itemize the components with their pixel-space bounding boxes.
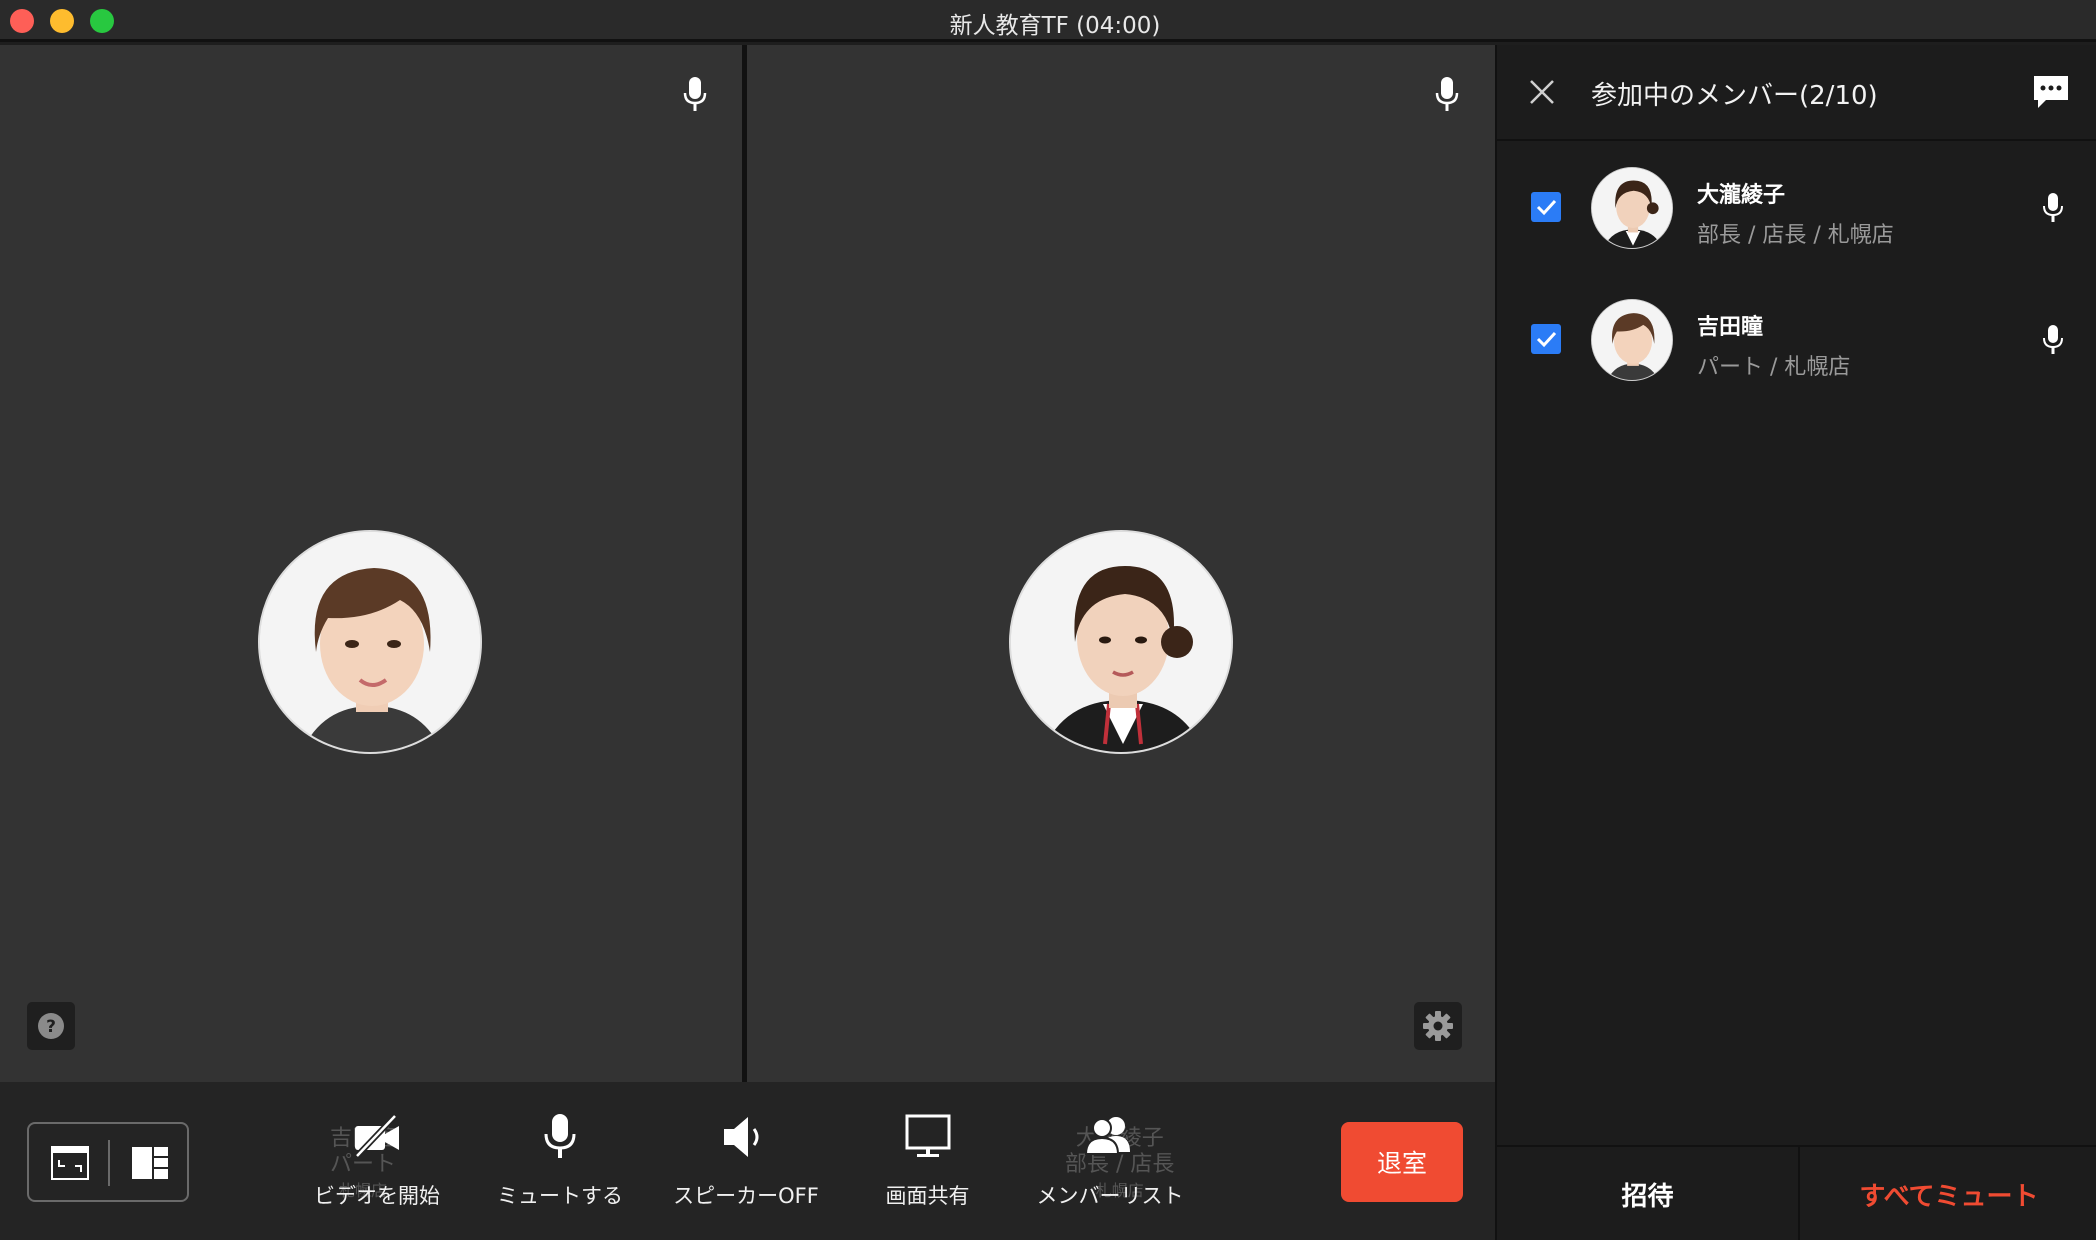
sidebar-header: 参加中のメンバー(2/10): [1497, 45, 2096, 141]
member-role: 部長 / 店長 / 札幌店: [1697, 223, 1894, 248]
microphone-icon: [544, 1114, 576, 1158]
microphone-icon: [2043, 325, 2063, 354]
person-avatar-updo-icon: [1011, 532, 1231, 752]
avatar: [1009, 530, 1233, 754]
member-list-item[interactable]: 大瀧綾子 部長 / 店長 / 札幌店: [1497, 143, 2096, 275]
sidebar-title: 参加中のメンバー(2/10): [1591, 81, 1878, 111]
video-area: ?: [0, 45, 1495, 1082]
title-bar: 新人教育TF (04:00): [0, 0, 2096, 42]
member-list-item[interactable]: 吉田瞳 パート / 札幌店: [1497, 275, 2096, 407]
microphone-icon: [1435, 77, 1459, 111]
help-button[interactable]: ?: [27, 1002, 75, 1050]
person-avatar-updo-icon: [1592, 168, 1672, 248]
start-video-button[interactable]: ビデオを開始: [300, 1112, 454, 1222]
person-avatar-short-hair-icon: [1592, 300, 1672, 380]
member-name: 吉田瞳: [1697, 315, 1764, 340]
mute-all-button[interactable]: すべてミュート: [1800, 1147, 2096, 1240]
avatar: [258, 530, 482, 754]
chat-icon[interactable]: [2031, 72, 2071, 112]
people-icon: [1084, 1117, 1130, 1155]
share-screen-button[interactable]: 画面共有: [865, 1112, 990, 1222]
close-icon[interactable]: [1527, 77, 1557, 107]
speaker-button[interactable]: スピーカーOFF: [666, 1112, 826, 1222]
layout-toggle[interactable]: [27, 1122, 189, 1202]
start-video-label: ビデオを開始: [314, 1184, 440, 1208]
speaker-label: スピーカーOFF: [673, 1184, 819, 1208]
control-bar: 吉田瞳 パート 札幌店 大瀧綾子 部長 / 店長 札幌店 ビデオを開始: [0, 1082, 1495, 1240]
sidebar-view-icon[interactable]: [131, 1146, 169, 1180]
microphone-icon: [2043, 193, 2063, 222]
avatar: [1591, 299, 1673, 381]
member-checkbox[interactable]: [1531, 192, 1561, 222]
monitor-icon: [905, 1114, 950, 1157]
avatar: [1591, 167, 1673, 249]
invite-button[interactable]: 招待: [1497, 1147, 1798, 1240]
share-screen-label: 画面共有: [885, 1184, 970, 1208]
video-tile: [747, 45, 1495, 1082]
gear-icon: [1423, 1011, 1453, 1041]
person-avatar-short-hair-icon: [260, 532, 480, 752]
member-list-label: メンバーリスト: [1036, 1184, 1184, 1208]
gallery-view-icon[interactable]: [51, 1146, 89, 1180]
member-list-button[interactable]: メンバーリスト: [1030, 1112, 1190, 1222]
mute-button[interactable]: ミュートする: [490, 1112, 630, 1222]
microphone-icon: [683, 77, 707, 111]
help-icon: ?: [38, 1013, 64, 1039]
member-role: パート / 札幌店: [1697, 355, 1851, 380]
layout-toggle-divider: [108, 1140, 110, 1186]
svg-text:?: ?: [46, 1017, 56, 1037]
member-checkbox[interactable]: [1531, 324, 1561, 354]
window-title: 新人教育TF (04:00): [949, 13, 1161, 39]
video-tile: [0, 45, 742, 1082]
mute-label: ミュートする: [497, 1184, 623, 1208]
member-sidebar: 参加中のメンバー(2/10) 大瀧綾子 部長 / 店長 / 札幌店 吉田瞳 パー…: [1495, 45, 2096, 1240]
checkmark-icon: [1536, 199, 1557, 216]
sidebar-footer: 招待 すべてミュート: [1497, 1145, 2096, 1240]
member-name: 大瀧綾子: [1697, 183, 1786, 208]
video-off-icon: [354, 1113, 399, 1159]
speaker-icon: [724, 1117, 759, 1157]
meeting-window: 新人教育TF (04:00) ? パート 札幌店 部長 / 店長 札幌店 ビデオ…: [0, 0, 2096, 1240]
checkmark-icon: [1536, 331, 1557, 348]
leave-button[interactable]: 退室: [1341, 1122, 1463, 1202]
settings-button[interactable]: [1414, 1002, 1462, 1050]
